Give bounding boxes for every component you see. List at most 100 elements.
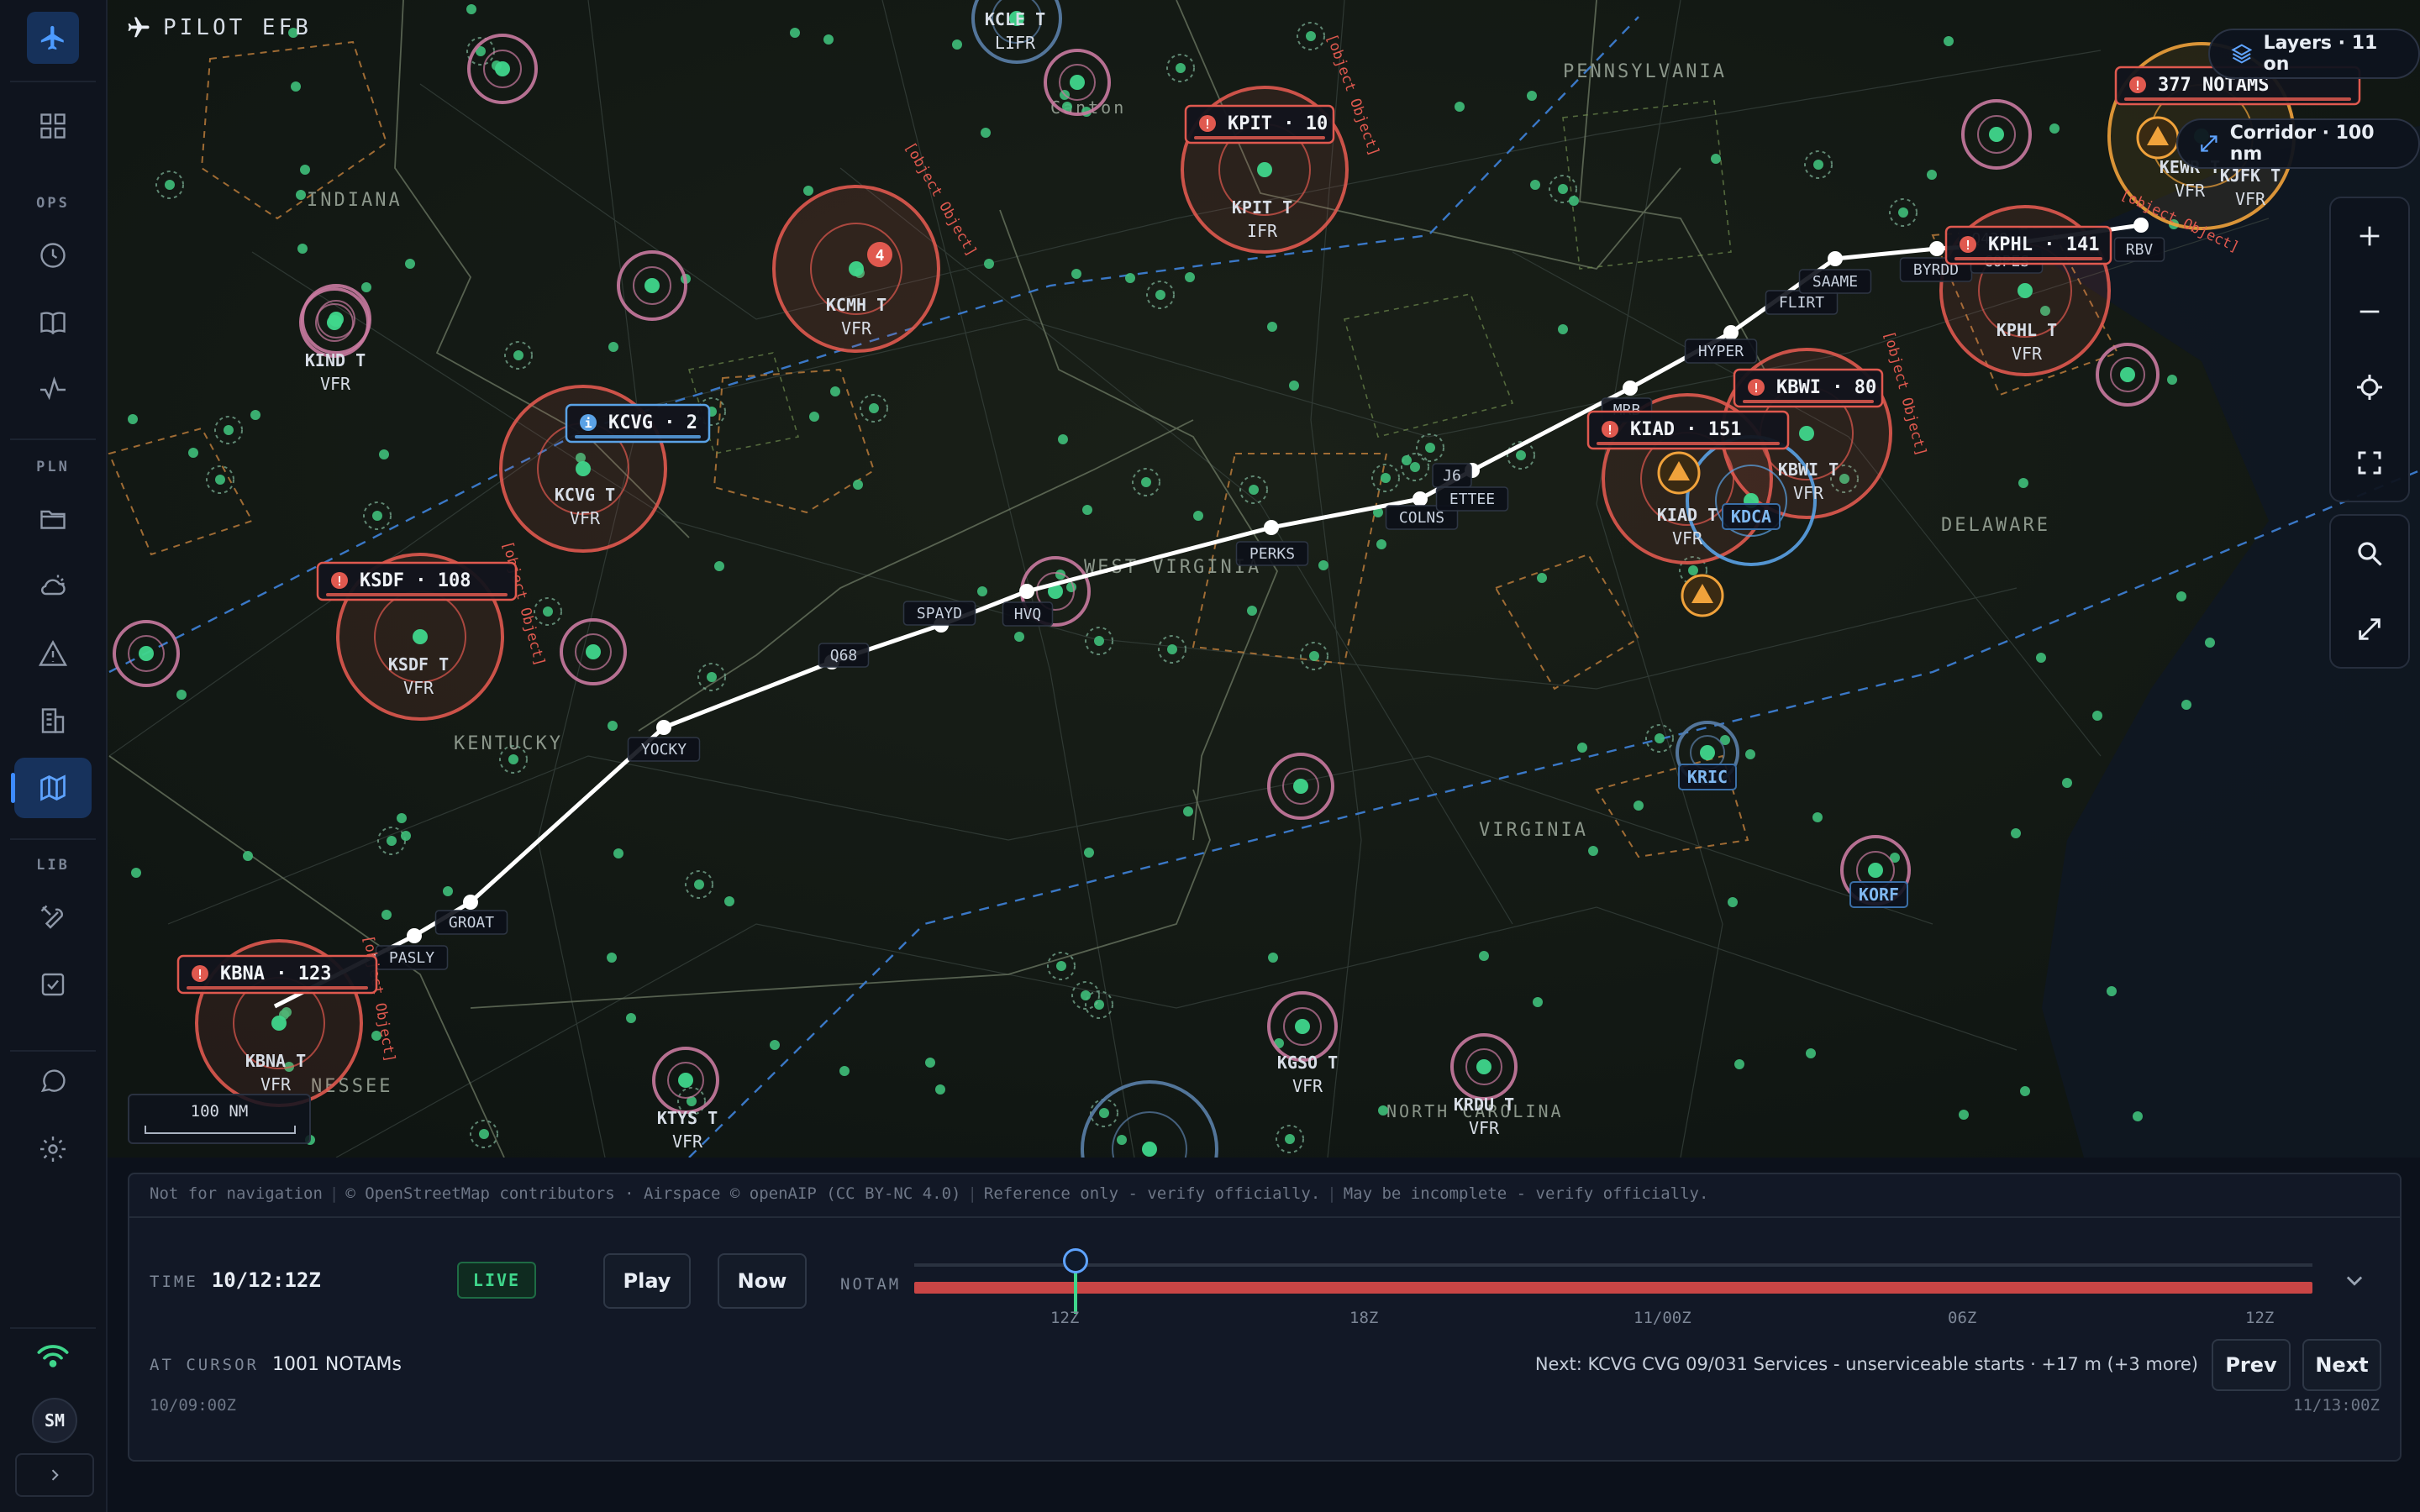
navaid-dot [1812,812,1823,822]
navaid-dot [1516,450,1526,460]
sidebar-item-dashboard[interactable] [14,96,92,156]
sidebar-section-lib: LIB [36,857,70,874]
svg-text:J6: J6 [1443,467,1461,485]
navaid-dot [297,244,308,254]
sidebar-item-files[interactable] [14,489,92,549]
next-button[interactable]: Next [2302,1339,2381,1391]
navaid-dot [608,721,618,731]
live-badge[interactable]: LIVE [457,1262,536,1299]
layers-icon [2231,44,2253,64]
collapse-panel-button[interactable] [2343,1268,2366,1295]
navaid-dot [361,282,371,292]
map-canvas[interactable]: INDIANA KENTUCKY WEST VIRGINIA VIRGINIA … [108,0,2420,1158]
svg-text:VFR: VFR [2012,344,2043,364]
app-brand-label: PILOT EFB [163,15,312,40]
timeline-panel: Not for navigation | © OpenStreetMap contr… [128,1173,2402,1462]
sidebar-item-checklists[interactable] [14,954,92,1015]
navaid-dot [1558,324,1568,334]
navaid-dot [984,259,994,269]
navaid-dot [1378,1105,1388,1116]
user-avatar[interactable]: SM [32,1398,77,1443]
attribution-item[interactable]: © OpenStreetMap contributors · Airspace … [345,1184,960,1203]
layers-button[interactable]: Layers · 11 on [2208,29,2420,79]
notam-density-track[interactable] [914,1282,2312,1294]
plus-icon [2360,226,2380,246]
navaid-dot [1927,170,1937,180]
navaid-dot [1410,462,1420,472]
route-fix-label: HVQ [1002,601,1054,627]
fullscreen-button[interactable] [2331,425,2408,501]
svg-text:!: ! [335,574,343,589]
navaid-dot [981,128,991,138]
chevron-down-icon [2346,1276,2363,1286]
timeline-scrubber-handle[interactable] [1063,1248,1088,1273]
navaid-dot [224,425,234,435]
navaid-dot [694,879,704,890]
navaid-dot [243,851,253,861]
navaid-dot [1944,36,1954,46]
play-button[interactable]: Play [603,1253,691,1309]
route-fix-point [1623,381,1638,396]
navaid-dot [300,165,310,175]
svg-text:KCMH T: KCMH T [826,295,886,315]
sidebar-item-map[interactable] [11,758,92,818]
sidebar-item-notams[interactable] [14,623,92,684]
navaid-dot [2176,591,2186,601]
svg-text:PASLY: PASLY [389,949,434,967]
fullscreen-icon [2358,451,2381,475]
svg-text:VFR: VFR [260,1074,292,1095]
navaid-dot [1125,273,1135,283]
expand-sidebar-button[interactable] [15,1453,94,1497]
navaid-dot [803,186,813,196]
navaid-dot [513,350,523,360]
prev-button[interactable]: Prev [2212,1339,2291,1391]
navaid-dot [1533,997,1543,1007]
svg-text:KTYS T: KTYS T [657,1108,718,1128]
app-logo-button[interactable] [27,12,79,64]
navaid-dot [1289,381,1299,391]
search-button[interactable] [2331,516,2408,591]
tools-icon [40,905,63,929]
navaid-dot [1655,733,1665,743]
route-fix-label: SPAYD [902,601,976,626]
navaid-dot [1014,632,1024,642]
navaid-dot [2092,711,2102,721]
navaid-dot [1176,63,1186,73]
zoom-out-button[interactable] [2331,274,2408,349]
sidebar-item-recent[interactable] [14,225,92,286]
svg-text:!: ! [1752,381,1760,396]
sidebar-item-airports[interactable] [14,690,92,751]
locate-button[interactable] [2331,349,2408,425]
dashboard-icon [40,113,66,139]
navaid-dot [707,672,717,682]
region-label: DELAWARE [1941,515,2050,536]
svg-text:KBWI · 80: KBWI · 80 [1776,377,1876,398]
sidebar-item-logbook[interactable] [14,292,92,353]
sidebar-item-chat[interactable] [14,1052,92,1112]
map-icon [40,774,66,801]
at-cursor-label: AT CURSOR [150,1356,259,1374]
sidebar-item-tools[interactable] [14,887,92,948]
sidebar-item-settings[interactable] [14,1119,92,1179]
region-label: KENTUCKY [454,733,563,754]
notam-tag: ! KIAD · 151 [1586,410,1790,450]
navaid-dot [291,81,301,92]
svg-text:IFR: IFR [1247,221,1278,241]
sidebar-item-weather[interactable] [14,556,92,617]
map-search-group [2329,514,2410,669]
sidebar-item-activity[interactable] [14,360,92,420]
navaid-dot [823,34,834,45]
corridor-button[interactable]: Corridor · 100 nm [2176,118,2420,169]
now-button[interactable]: Now [718,1253,807,1309]
navaid-dot [1056,961,1066,971]
map-scale: 100 NM [128,1094,311,1144]
navaid-dot [1318,560,1328,570]
svg-text:HVQ: HVQ [1014,606,1042,623]
expand-map-button[interactable] [2331,591,2408,667]
navaid-dot [165,180,175,190]
zoom-in-button[interactable] [2331,198,2408,274]
svg-text:VFR: VFR [1793,483,1824,503]
navaid-dot [1728,897,1738,907]
svg-text:!: ! [1606,423,1613,438]
book-icon [40,312,66,335]
